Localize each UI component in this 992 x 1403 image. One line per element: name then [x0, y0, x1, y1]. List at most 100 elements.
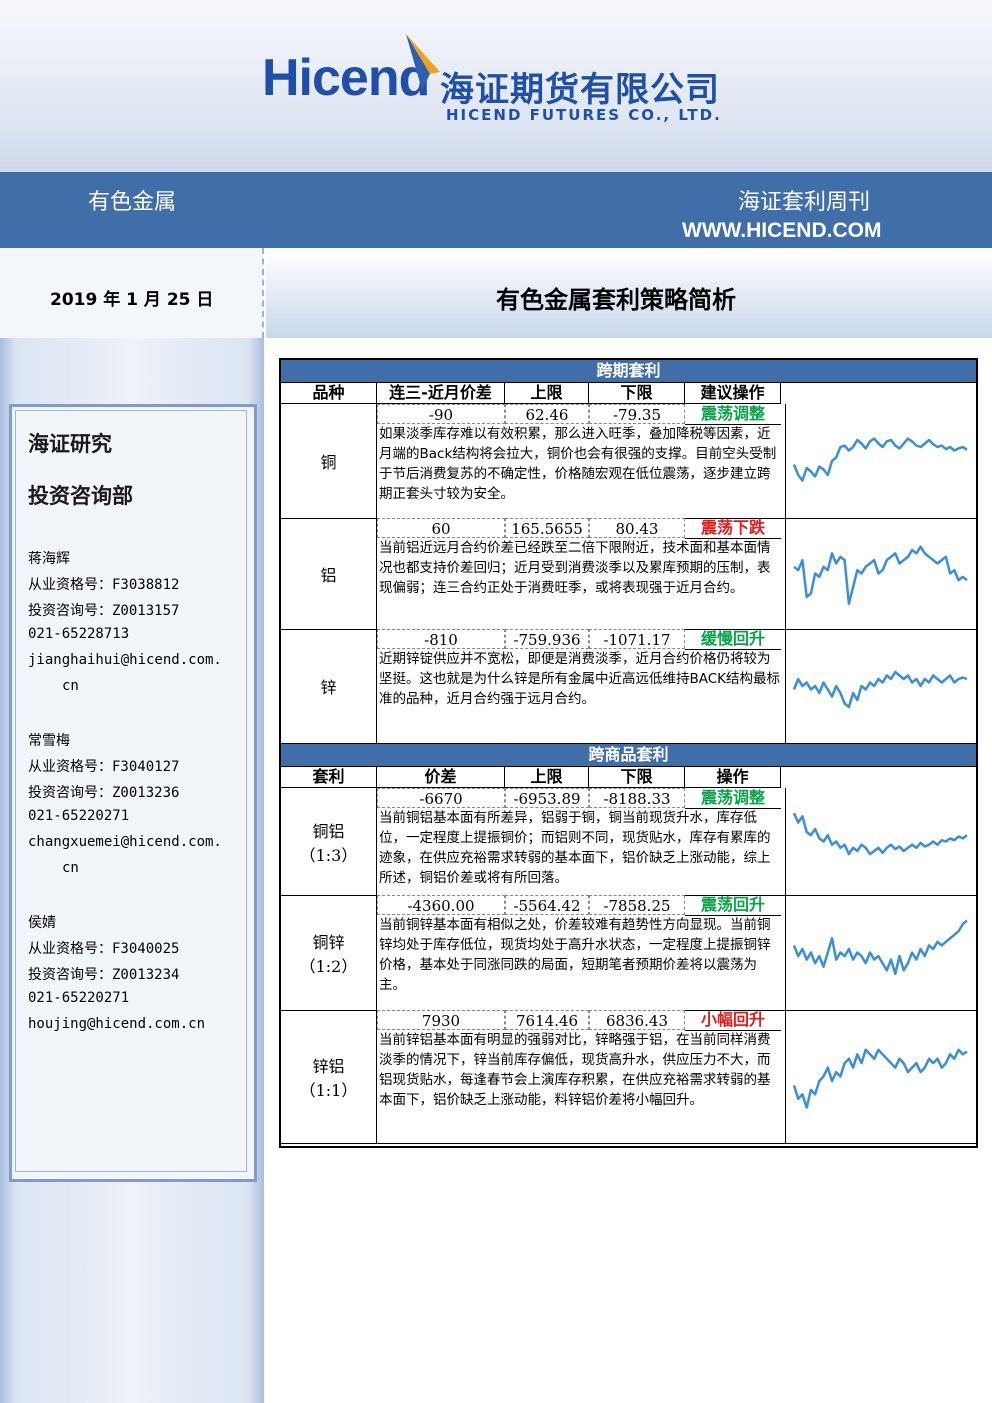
website-link[interactable]: WWW.HICEND.COM — [682, 219, 881, 243]
analyst-email[interactable]: changxuemei@hicend.com. — [28, 834, 222, 850]
trend-chart — [785, 629, 976, 743]
analysis-text: 当前铝近远月合约价差已经跌至二倍下限附近，技术面和基本面情况也都支持价差回归；近… — [379, 540, 771, 596]
trend-sparkline — [792, 1048, 968, 1109]
suggested-operation: 缓慢回升 — [685, 629, 781, 650]
row-label: 锌铝 （1:1） — [281, 1010, 377, 1143]
lower-value: -1071.17 — [589, 629, 685, 649]
analyst-email[interactable]: jianghaihui@hicend.com. — [28, 652, 222, 668]
analysis-text: 当前铜铝基本面有所差异，铝弱于铜，铜当前现货升水，库存低位，一定程度上提振铜价；… — [379, 810, 771, 886]
trend-chart — [785, 788, 976, 895]
trend-line — [792, 812, 968, 856]
upper-value: 7614.46 — [505, 1010, 589, 1030]
section-header: 跨商品套利 — [281, 744, 976, 767]
value-strip: -90 62.46 -79.35 震荡调整 — [377, 404, 785, 425]
analysis-text: 当前铜锌基本面有相似之处，价差较难有趋势性方向显现。当前铜锌均处于库存低位，现货… — [379, 917, 771, 993]
spread-value: -810 — [377, 629, 505, 649]
suggested-operation: 震荡调整 — [685, 404, 781, 425]
table-row: 铜铝 （1:3） -6670 -6953.89 -8188.33 震荡调整 当前铜铝基本面有… — [281, 788, 976, 896]
table-row: 铜 -90 62.46 -79.35 震荡调整 如果淡季库存难以有效积累，那么进入旺季，叠… — [281, 404, 976, 519]
report-date: 2019 年 1 月 25 日 — [50, 290, 214, 310]
table-row: 锌 -810 -759.936 -1071.17 缓慢回升 近期锌锭供应并不宽松，即便是消… — [281, 629, 976, 744]
spread-value: -90 — [377, 404, 505, 424]
dept-name: 海证研究 — [28, 432, 112, 456]
column-header: 操作 — [685, 766, 781, 788]
trend-chart — [785, 895, 976, 1010]
upper-value: 62.46 — [505, 404, 589, 424]
column-header: 品种 — [281, 382, 377, 404]
title-band: 有色金属 海证套利周刊 WWW.HICEND.COM — [0, 172, 992, 248]
section-header: 跨期套利 — [281, 360, 976, 383]
column-header: 连三-近月价差 — [377, 382, 505, 404]
section-label: 有色金属 — [88, 190, 177, 215]
analyst-phone: 021-65220271 — [28, 990, 130, 1006]
analyst-qual: 从业资格号：F3040025 — [28, 941, 180, 957]
commodity-name: 铜 — [320, 453, 337, 472]
analyst-invest: 投资咨询号：Z0013157 — [28, 603, 180, 619]
dept-subname: 投资咨询部 — [28, 484, 133, 508]
analysis-text: 如果淡季库存难以有效积累，那么进入旺季，叠加降税等因素，近月端的Back结构将会… — [379, 426, 777, 502]
trend-chart — [785, 404, 976, 518]
spread-value: 60 — [377, 518, 505, 538]
column-header: 上限 — [505, 382, 589, 404]
value-strip: -4360.00 -5564.42 -7858.25 震荡回升 — [377, 895, 785, 916]
upper-value: 165.5655 — [505, 518, 589, 538]
suggested-operation: 小幅回升 — [685, 1010, 781, 1031]
analyst-qual: 从业资格号：F3038812 — [28, 577, 180, 593]
company-name-cn: 海证期货有限公司 — [440, 70, 720, 110]
value-strip: -810 -759.936 -1071.17 缓慢回升 — [377, 629, 785, 650]
commodity-name: 铝 — [320, 565, 337, 585]
upper-value: -5564.42 — [505, 895, 589, 915]
analyst-invest: 投资咨询号：Z0013234 — [28, 967, 180, 983]
spread-value: -4360.00 — [377, 895, 505, 915]
spread-value: 7930 — [377, 1010, 505, 1030]
ratio-label: （1:2） — [299, 956, 358, 976]
analyst-invest: 投资咨询号：Z0013236 — [28, 785, 180, 801]
trend-sparkline — [792, 670, 968, 709]
row-label: 铜铝 （1:3） — [281, 788, 377, 895]
ratio-label: （1:1） — [299, 1080, 358, 1100]
suggested-operation: 震荡调整 — [685, 788, 781, 809]
analyst-phone: 021-65228713 — [28, 626, 130, 642]
trend-line — [792, 919, 968, 976]
row-label: 铝 — [281, 518, 377, 629]
trend-sparkline — [793, 545, 968, 605]
trend-line — [792, 437, 968, 482]
lower-value: -79.35 — [589, 404, 685, 424]
commodity-name: 锌铝 — [312, 1056, 345, 1076]
analyst-name: 常雪梅 — [28, 733, 70, 749]
analysis-text: 近期锌锭供应并不宽松，即便是消费淡季，近月合约价格仍将较为坚挺。这也就是为什么锌… — [379, 651, 781, 707]
company-name-en: HICEND FUTURES CO., LTD. — [446, 106, 722, 124]
value-strip: 60 165.5655 80.43 震荡下跌 — [377, 518, 785, 539]
table-row: 锌铝 （1:1） 7930 7614.46 6836.43 小幅回升 当前锌铝基本面有明显的… — [281, 1010, 976, 1144]
trend-sparkline — [792, 812, 968, 856]
commodity-name: 锌 — [320, 678, 337, 697]
suggested-operation: 震荡下跌 — [685, 518, 781, 539]
commodity-name: 铜锌 — [312, 932, 345, 952]
column-header: 上限 — [505, 766, 589, 788]
trend-line — [793, 545, 968, 605]
lower-value: -7858.25 — [589, 895, 685, 915]
trend-line — [792, 1048, 968, 1109]
value-strip: -6670 -6953.89 -8188.33 震荡调整 — [377, 788, 785, 809]
value-strip: 7930 7614.46 6836.43 小幅回升 — [377, 1010, 785, 1031]
column-header: 套利 — [281, 766, 377, 788]
analyst-qual: 从业资格号：F3040127 — [28, 759, 180, 775]
analyst-name: 蒋海辉 — [28, 551, 70, 567]
trend-sparkline — [792, 437, 968, 482]
analysis-text: 当前锌铝基本面有明显的强弱对比，锌略强于铝，在当前同样消费淡季的情况下，锌当前库… — [379, 1032, 771, 1108]
table-row: 铝 60 165.5655 80.43 震荡下跌 当前铝近远月合约价差已经跌至二倍下限附近… — [281, 518, 976, 630]
upper-value: -6953.89 — [505, 788, 589, 808]
page-header: Hicend 海证期货有限公司 HICEND FUTURES CO., LTD. — [0, 0, 992, 172]
analyst-phone: 021-65220271 — [28, 808, 130, 824]
analyst-email2[interactable]: cn — [62, 678, 79, 694]
document-title: 有色金属套利策略简析 — [496, 286, 736, 314]
analyst-name: 侯婧 — [28, 915, 56, 931]
analyst-email[interactable]: houjing@hicend.com.cn — [28, 1016, 205, 1032]
upper-value: -759.936 — [505, 629, 589, 649]
analyst-email2[interactable]: cn — [62, 860, 79, 876]
column-header: 下限 — [589, 766, 685, 788]
column-header: 下限 — [589, 382, 685, 404]
lower-value: -8188.33 — [589, 788, 685, 808]
table-row: 铜锌 （1:2） -4360.00 -5564.42 -7858.25 震荡回升 当前铜锌基… — [281, 895, 976, 1011]
row-label: 锌 — [281, 629, 377, 743]
